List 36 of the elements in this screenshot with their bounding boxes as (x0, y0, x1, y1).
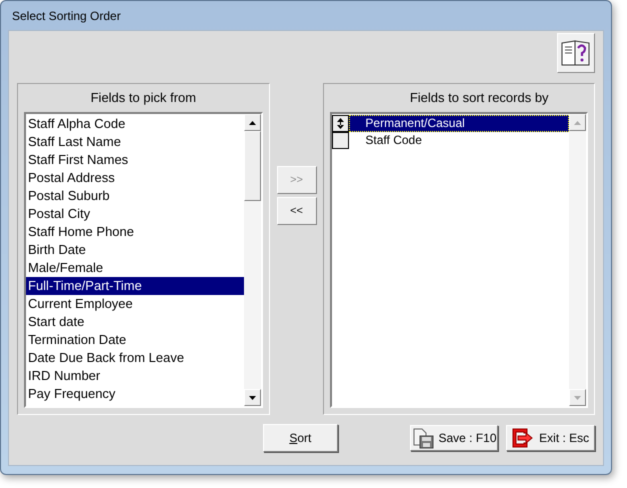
list-item[interactable]: Postal Address (26, 169, 244, 187)
scrollbar-thumb[interactable] (244, 131, 261, 201)
row-selector[interactable] (332, 115, 350, 132)
list-item[interactable]: Full-Time/Part-Time (26, 277, 244, 295)
panel-title: Fields to pick from (90, 89, 198, 107)
save-button[interactable]: Save : F10 (410, 425, 498, 451)
help-book-icon (560, 38, 592, 68)
window-title: Select Sorting Order (11, 8, 122, 25)
help-button[interactable] (557, 33, 595, 73)
list-item[interactable]: Staff Alpha Code (26, 115, 244, 133)
save-document-icon (412, 427, 434, 449)
scroll-up-icon[interactable] (248, 120, 256, 124)
list-item[interactable]: IRD Number (26, 367, 244, 385)
list-item[interactable]: Pay Frequency (26, 385, 244, 403)
row-selector[interactable] (332, 132, 350, 149)
up-down-arrows-icon (337, 118, 344, 129)
list-item[interactable]: Postal City (26, 205, 244, 223)
list-item[interactable]: Staff Last Name (26, 133, 244, 151)
remove-button[interactable]: << (276, 197, 317, 225)
list-item[interactable]: Birth Date (26, 241, 244, 259)
list-item[interactable]: Termination Date (26, 331, 244, 349)
list-item[interactable]: Permanent/Casual (349, 115, 569, 132)
exit-door-icon (512, 428, 534, 448)
scrollbar[interactable] (244, 114, 261, 406)
sort-button[interactable]: Sort (263, 424, 338, 452)
list-item[interactable]: Start date (26, 313, 244, 331)
list-item[interactable]: Staff First Names (26, 151, 244, 169)
list-item[interactable]: Postal Suburb (26, 187, 244, 205)
list-item[interactable]: Staff Code (349, 132, 569, 149)
list-item[interactable]: Staff Home Phone (26, 223, 244, 241)
list-item[interactable]: Date Due Back from Leave (26, 349, 244, 367)
list-item[interactable]: Current Employee (26, 295, 244, 313)
list-item[interactable]: Male/Female (26, 259, 244, 277)
scroll-down-icon[interactable] (248, 396, 256, 400)
exit-button[interactable]: Exit : Esc (506, 425, 595, 451)
panel-title: Fields to sort records by (408, 89, 550, 107)
